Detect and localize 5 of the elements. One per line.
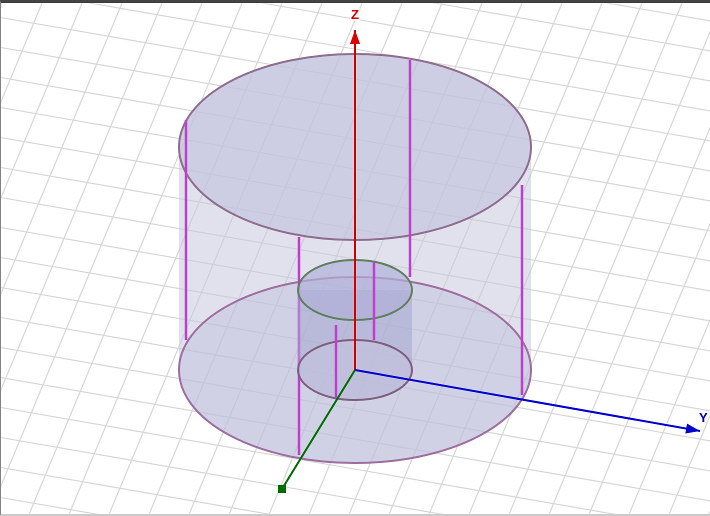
axis-label: Y bbox=[699, 410, 708, 425]
viewport-canvas[interactable]: Z Y bbox=[0, 0, 710, 516]
axis-label: Z bbox=[351, 7, 359, 22]
outer-cylinder[interactable] bbox=[178, 53, 532, 464]
inner-cylinder[interactable] bbox=[297, 259, 413, 401]
